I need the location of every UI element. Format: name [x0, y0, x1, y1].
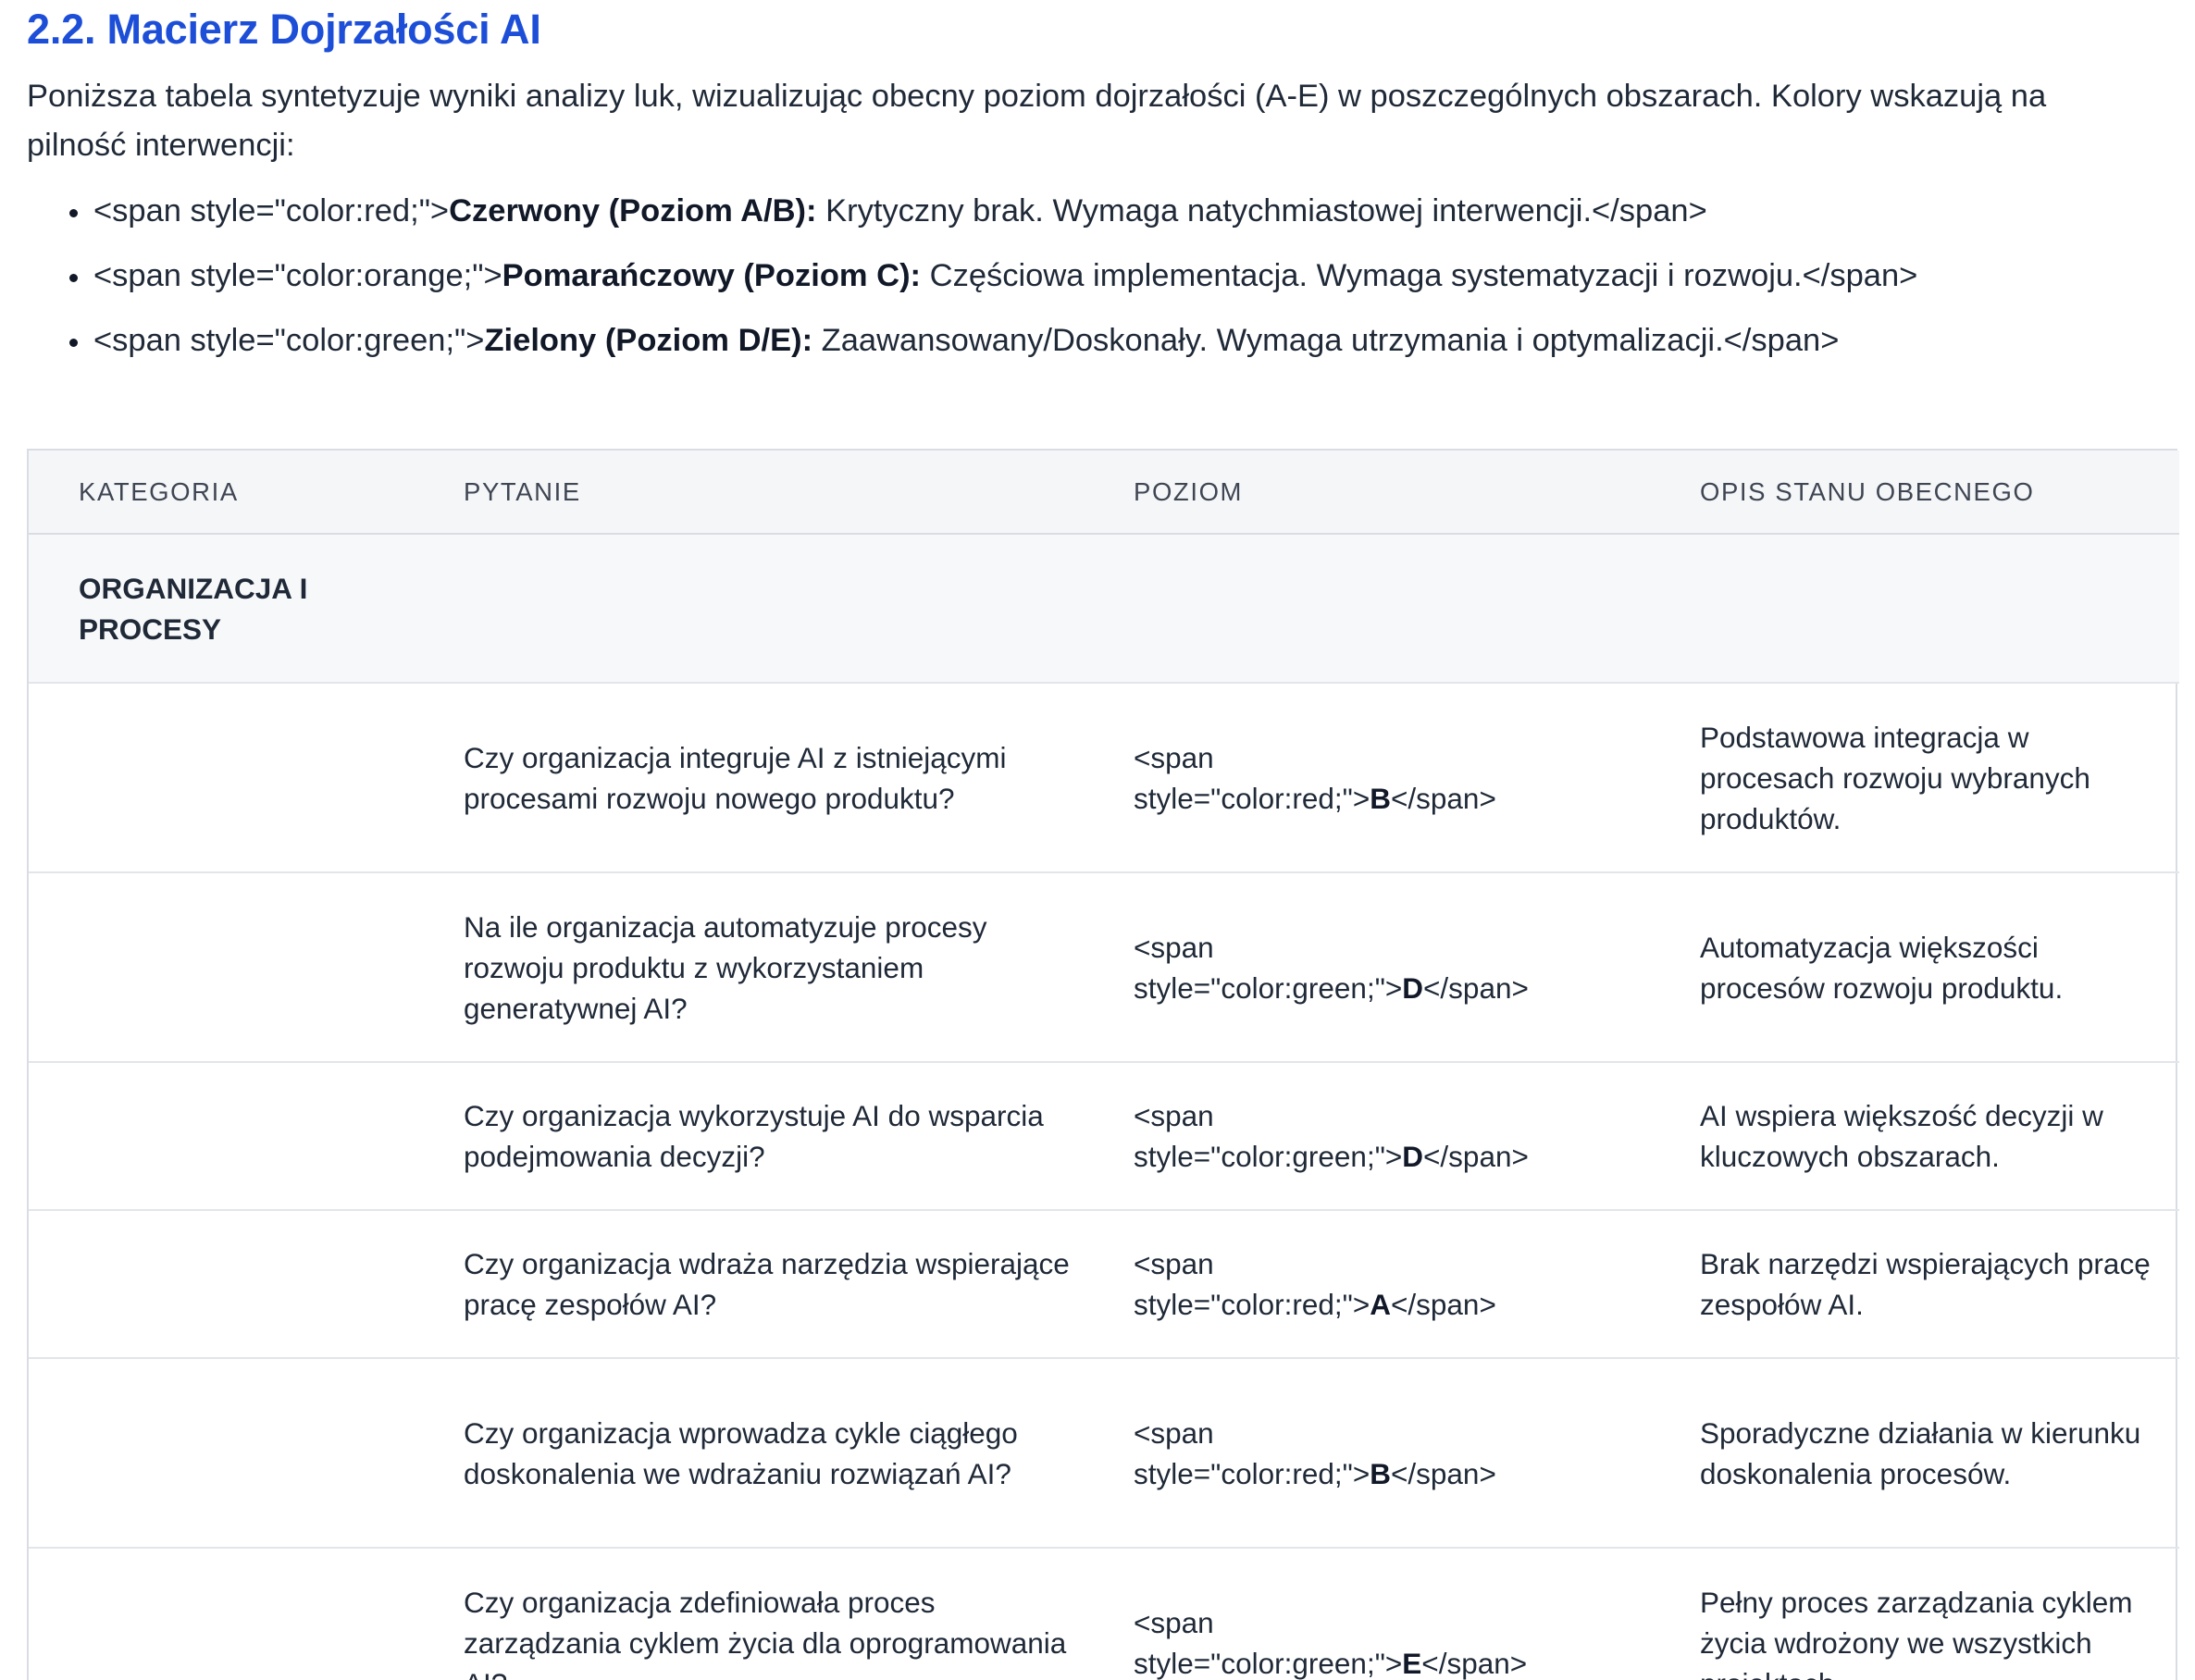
level-value: B: [1370, 1456, 1391, 1490]
question-cell: Na ile organizacja automatyzuje procesy …: [432, 872, 1109, 1063]
legend-prefix: <span style="color:orange;">: [93, 258, 502, 293]
category-empty-cell: [29, 872, 432, 1063]
level-value: E: [1402, 1646, 1422, 1680]
level-value: B: [1370, 781, 1391, 815]
category-empty-cell: [29, 683, 432, 873]
description-cell: AI wspiera większość decyzji w kluczowyc…: [1675, 1062, 2179, 1211]
category-empty-cell: [29, 1548, 432, 1680]
category-empty-cell: [29, 1062, 432, 1211]
description-cell: Pełny proces zarządzania cyklem życia wd…: [1675, 1548, 2179, 1680]
category-empty-cell: [29, 1210, 432, 1359]
document-page: 2.2. Macierz Dojrzałości AI Poniższa tab…: [0, 0, 2195, 1680]
intro-paragraph: Poniższa tabela syntetyzuje wyniki anali…: [27, 79, 2047, 163]
legend-item-orange: <span style="color:orange;">Pomarańczowy…: [92, 252, 2169, 301]
legend-bold: Pomarańczowy (Poziom C):: [502, 258, 922, 293]
table-row: Czy organizacja wdraża narzędzia wspiera…: [29, 1210, 2179, 1359]
description-cell: Automatyzacja większości procesów rozwoj…: [1675, 872, 2179, 1063]
section-title: 2.2. Macierz Dojrzałości AI: [27, 6, 541, 53]
category-row: ORGANIZACJA I PROCESY: [29, 534, 2179, 684]
header-question: PYTANIE: [432, 451, 1109, 535]
description-cell: Sporadyczne działania w kierunku doskona…: [1675, 1358, 2179, 1549]
legend-list: <span style="color:red;">Czerwony (Pozio…: [27, 187, 2169, 365]
question-cell: Czy organizacja integruje AI z istniejąc…: [432, 683, 1109, 873]
legend-text: Zaawansowany/Doskonały. Wymaga utrzymani…: [812, 323, 1840, 358]
category-cell: ORGANIZACJA I PROCESY: [29, 534, 432, 684]
legend-item-red: <span style="color:red;">Czerwony (Pozio…: [92, 187, 2169, 236]
header-category: KATEGORIA: [29, 451, 432, 535]
legend-bold: Zielony (Poziom D/E):: [484, 323, 813, 358]
question-cell: Czy organizacja zdefiniowała proces zarz…: [432, 1548, 1109, 1680]
level-cell: <span style="color:red;">B</span>: [1109, 683, 1675, 873]
table-row: Na ile organizacja automatyzuje procesy …: [29, 872, 2179, 1063]
legend-item-green: <span style="color:green;">Zielony (Pozi…: [92, 316, 2169, 365]
table-header-row: KATEGORIA PYTANIE POZIOM OPIS STANU OBEC…: [29, 451, 2179, 535]
header-description: OPIS STANU OBECNEGO: [1675, 451, 2179, 535]
table-row: Czy organizacja wprowadza cykle ciągłego…: [29, 1358, 2179, 1549]
level-cell: <span style="color:green;">E</span>: [1109, 1548, 1675, 1680]
level-cell: <span style="color:red;">A</span>: [1109, 1210, 1675, 1359]
header-level: POZIOM: [1109, 451, 1675, 535]
description-cell: Podstawowa integracja w procesach rozwoj…: [1675, 683, 2179, 873]
maturity-table: KATEGORIA PYTANIE POZIOM OPIS STANU OBEC…: [29, 451, 2179, 1680]
description-cell: Brak narzędzi wspierających pracę zespoł…: [1675, 1210, 2179, 1359]
table-row: Czy organizacja integruje AI z istniejąc…: [29, 683, 2179, 873]
legend-prefix: <span style="color:red;">: [93, 193, 450, 229]
legend-text: Częściowa implementacja. Wymaga systemat…: [921, 258, 1918, 293]
level-value: D: [1402, 970, 1424, 1005]
question-cell: Czy organizacja wdraża narzędzia wspiera…: [432, 1210, 1109, 1359]
level-cell: <span style="color:green;">D</span>: [1109, 872, 1675, 1063]
category-empty-cell: [29, 1358, 432, 1549]
level-value: D: [1402, 1140, 1424, 1173]
question-cell: Czy organizacja wprowadza cykle ciągłego…: [432, 1358, 1109, 1549]
legend-bold: Czerwony (Poziom A/B):: [449, 193, 817, 229]
level-value: A: [1370, 1288, 1391, 1321]
legend-text: Krytyczny brak. Wymaga natychmiastowej i…: [816, 193, 1707, 229]
level-cell: <span style="color:red;">B</span>: [1109, 1358, 1675, 1549]
maturity-table-container: KATEGORIA PYTANIE POZIOM OPIS STANU OBEC…: [27, 449, 2179, 1680]
level-cell: <span style="color:green;">D</span>: [1109, 1062, 1675, 1211]
question-cell: Czy organizacja wykorzystuje AI do wspar…: [432, 1062, 1109, 1211]
table-row: Czy organizacja wykorzystuje AI do wspar…: [29, 1062, 2179, 1211]
table-row: Czy organizacja zdefiniowała proces zarz…: [29, 1548, 2179, 1680]
legend-prefix: <span style="color:green;">: [93, 323, 485, 358]
